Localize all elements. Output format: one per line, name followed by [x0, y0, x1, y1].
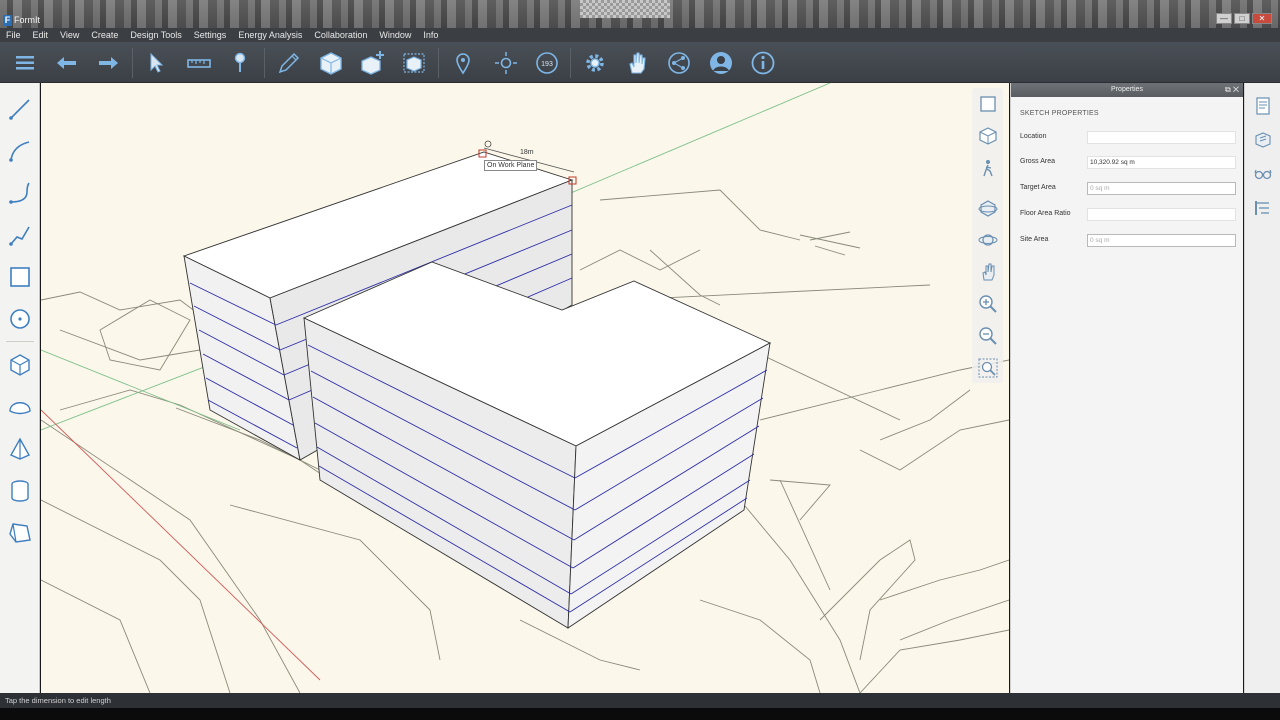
levels-icon[interactable]: [1250, 195, 1276, 221]
gear-icon[interactable]: [578, 46, 612, 80]
look-around-icon[interactable]: [975, 227, 1001, 253]
property-label: Gross Area: [1020, 158, 1056, 165]
spline-icon[interactable]: [4, 177, 36, 209]
minimize-button[interactable]: —: [1216, 13, 1232, 24]
menu-create[interactable]: Create: [91, 30, 118, 40]
zoom-out-icon[interactable]: [975, 323, 1001, 349]
red-axis-line: [41, 409, 321, 681]
close-button[interactable]: ✕: [1252, 13, 1272, 24]
property-row-floor-area-ratio: Floor Area Ratio: [1020, 208, 1236, 222]
dimension-label[interactable]: 18m: [518, 148, 536, 157]
materials-icon[interactable]: [1250, 127, 1276, 153]
info-icon[interactable]: [746, 46, 780, 80]
scene-canvas[interactable]: [41, 83, 1009, 693]
title-bar: F FormIt — □ ✕: [0, 0, 1280, 28]
floor-area-ratio-value: [1087, 208, 1236, 221]
properties-header: Properties ⧉ ✕: [1011, 83, 1243, 97]
menu-info[interactable]: Info: [423, 30, 438, 40]
undo-icon[interactable]: [50, 46, 84, 80]
menu-settings[interactable]: Settings: [194, 30, 227, 40]
title-bar-thumbnail: [580, 0, 670, 18]
snap-tooltip: On Work Plane: [484, 160, 538, 171]
navigation-bar: [972, 88, 1003, 383]
menu-file[interactable]: File: [6, 30, 21, 40]
menu-design-tools[interactable]: Design Tools: [130, 30, 181, 40]
maximize-button[interactable]: □: [1234, 13, 1250, 24]
panel-controls: ⧉ ✕: [1225, 83, 1239, 97]
left-toolbar: [0, 83, 40, 693]
bottom-strip: [0, 708, 1280, 720]
zoom-in-icon[interactable]: [975, 291, 1001, 317]
cube-icon[interactable]: [314, 46, 348, 80]
polyline-icon[interactable]: [4, 219, 36, 251]
hand-icon[interactable]: [620, 46, 654, 80]
cube-group-icon[interactable]: [398, 46, 432, 80]
app-icon: F: [3, 15, 12, 26]
pushpull-icon[interactable]: [223, 46, 257, 80]
properties-icon[interactable]: [1250, 93, 1276, 119]
orbit-icon[interactable]: [975, 195, 1001, 221]
prism-icon[interactable]: [4, 517, 36, 549]
gross-area-value: 10,320.92 sq m: [1087, 156, 1236, 169]
property-label: Target Area: [1020, 184, 1056, 191]
menu-bar: File Edit View Create Design Tools Setti…: [0, 28, 1280, 42]
target-area-input[interactable]: 0 sq m: [1087, 182, 1236, 195]
cylinder-icon[interactable]: [4, 475, 36, 507]
select-icon[interactable]: [139, 46, 173, 80]
pan-icon[interactable]: [975, 259, 1001, 285]
dome-icon[interactable]: [4, 391, 36, 423]
sun-icon[interactable]: [489, 46, 523, 80]
site-area-input[interactable]: 0 sq m: [1087, 234, 1236, 247]
menu-window[interactable]: Window: [379, 30, 411, 40]
right-sidebar: [1244, 83, 1280, 693]
location-value: [1087, 131, 1236, 144]
status-message: Tap the dimension to edit length: [5, 696, 111, 705]
view-cube-iso-icon[interactable]: [975, 123, 1001, 149]
box-icon[interactable]: [4, 349, 36, 381]
menu-collaboration[interactable]: Collaboration: [314, 30, 367, 40]
location-pin-icon[interactable]: [446, 46, 480, 80]
property-row-site-area: Site Area 0 sq m: [1020, 234, 1236, 248]
menu-energy-analysis[interactable]: Energy Analysis: [238, 30, 302, 40]
level-badge: 193: [541, 61, 553, 68]
property-row-target-area: Target Area 0 sq m: [1020, 182, 1236, 196]
property-label: Floor Area Ratio: [1020, 210, 1071, 217]
walk-icon[interactable]: [975, 155, 1001, 181]
cube-add-icon[interactable]: [356, 46, 390, 80]
property-label: Site Area: [1020, 236, 1049, 243]
user-icon[interactable]: [704, 46, 738, 80]
properties-title: Properties: [1111, 86, 1143, 93]
main-toolbar: 193: [0, 42, 1280, 83]
pencil-icon[interactable]: [272, 46, 306, 80]
property-row-gross-area: Gross Area 10,320.92 sq m: [1020, 156, 1236, 170]
window-title: FormIt: [14, 15, 40, 25]
viewport-3d[interactable]: 18m On Work Plane: [41, 83, 1009, 693]
menu-icon[interactable]: [8, 46, 42, 80]
panel-close-icon[interactable]: ✕: [1233, 85, 1239, 94]
arc-icon[interactable]: [4, 135, 36, 167]
section-title: SKETCH PROPERTIES: [1020, 110, 1099, 117]
zoom-extents-icon[interactable]: [975, 355, 1001, 381]
window-controls: — □ ✕: [1216, 13, 1272, 24]
rectangle-icon[interactable]: [4, 261, 36, 293]
menu-view[interactable]: View: [60, 30, 79, 40]
share-icon[interactable]: [662, 46, 696, 80]
front-building: [302, 261, 772, 629]
view-cube-front-icon[interactable]: [975, 91, 1001, 117]
redo-icon[interactable]: [91, 46, 125, 80]
level-icon[interactable]: 193: [530, 46, 564, 80]
properties-panel: Properties ⧉ ✕ SKETCH PROPERTIES Locatio…: [1010, 83, 1243, 693]
measure-icon[interactable]: [182, 46, 216, 80]
property-row-location: Location: [1020, 131, 1236, 145]
undock-icon[interactable]: ⧉: [1225, 85, 1231, 94]
status-bar: Tap the dimension to edit length: [0, 693, 1280, 708]
layers-glasses-icon[interactable]: [1250, 161, 1276, 187]
menu-edit[interactable]: Edit: [33, 30, 49, 40]
property-label: Location: [1020, 133, 1047, 140]
line-icon[interactable]: [4, 93, 36, 125]
circle-icon[interactable]: [4, 303, 36, 335]
pyramid-icon[interactable]: [4, 433, 36, 465]
